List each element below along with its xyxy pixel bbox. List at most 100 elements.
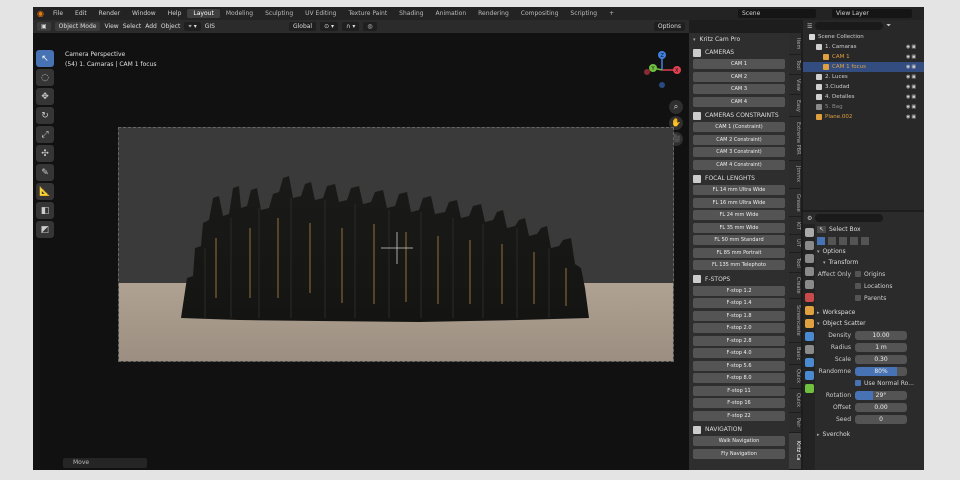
pivot-icon[interactable]: ⊙ ▾ xyxy=(320,22,339,31)
last-operator-panel[interactable]: Move xyxy=(63,458,147,468)
cam-1-constraint-button[interactable]: CAM 1 (Constraint) xyxy=(693,122,785,132)
fstop-1-8-button[interactable]: F-stop 1.8 xyxy=(693,310,785,321)
menu-select[interactable]: Select xyxy=(123,23,142,30)
tab-workspace-scripting[interactable]: Scripting xyxy=(564,9,603,18)
cam-3-constraint-button[interactable]: CAM 3 Constraint) xyxy=(693,147,785,157)
outliner-row[interactable]: 3.Ciudad ◉▣ xyxy=(803,82,924,92)
fl-14-button[interactable]: FL 14 mm Ultra Wide xyxy=(693,185,785,195)
tab-grease[interactable]: Grease xyxy=(789,189,801,217)
particles-icon[interactable] xyxy=(804,345,814,354)
fstop-2-8-button[interactable]: F-stop 2.8 xyxy=(693,335,785,346)
fstop-2-0-button[interactable]: F-stop 2.0 xyxy=(693,323,785,333)
property-field[interactable]: 29° xyxy=(855,390,907,400)
add-workspace-button[interactable]: + xyxy=(603,9,620,18)
menu-gis[interactable]: GIS xyxy=(205,23,215,30)
select-tool-icon[interactable]: ↖ xyxy=(36,50,54,67)
scale-tool-icon[interactable]: ⤢ xyxy=(36,126,54,143)
affect-only-parents[interactable]: Parents xyxy=(817,292,924,304)
rotate-tool-icon[interactable]: ↻ xyxy=(36,107,54,124)
tab-easy[interactable]: Easy xyxy=(789,95,801,117)
magnet-icon[interactable]: ∩ ▾ xyxy=(342,22,360,31)
tab-kit[interactable]: KIT xyxy=(789,217,801,235)
tab-workspace-compositing[interactable]: Compositing xyxy=(515,9,565,18)
tab-workspace-rendering[interactable]: Rendering xyxy=(472,9,515,18)
tab-workspace-animation[interactable]: Animation xyxy=(430,9,473,18)
fstop-11-button[interactable]: F-stop 11 xyxy=(693,385,785,396)
properties-editor-icon[interactable]: ⚙ xyxy=(807,215,812,222)
options-section[interactable]: ▾ Options xyxy=(817,246,924,257)
menu-window[interactable]: Window xyxy=(126,10,162,17)
tab-create[interactable]: Create xyxy=(789,273,801,299)
fstop-22-button[interactable]: F-stop 22 xyxy=(693,410,785,421)
use-normal-rotation-row[interactable]: Use Normal Ro... xyxy=(817,377,924,389)
object-scatter-section[interactable]: ▾ Object Scatter xyxy=(817,318,924,329)
tab-workspace-shading[interactable]: Shading xyxy=(393,9,429,18)
tab-workspace-modeling[interactable]: Modeling xyxy=(220,9,259,18)
tab-workspace-layout[interactable]: Layout xyxy=(187,9,220,18)
visibility-eye-icon[interactable]: ◉▣ xyxy=(906,94,924,100)
tab-uit[interactable]: UiT xyxy=(789,235,801,253)
fly-navigation-button[interactable]: Fly Navigation xyxy=(693,448,785,459)
visibility-eye-icon[interactable]: ◉▣ xyxy=(906,74,924,80)
tab-kritz-cam[interactable]: Kritz Ca xyxy=(789,433,801,470)
fl-35-button[interactable]: FL 35 mm Wide xyxy=(693,222,785,233)
cam-4-button[interactable]: CAM 4 xyxy=(693,96,785,107)
property-field[interactable]: 10.00 xyxy=(855,330,907,340)
object-properties-icon[interactable] xyxy=(804,319,814,328)
property-field[interactable]: 0.30 xyxy=(855,354,907,364)
menu-file[interactable]: File xyxy=(47,10,69,17)
constraints-icon[interactable] xyxy=(804,371,814,380)
fstop-1-4-button[interactable]: F-stop 1.4 xyxy=(693,298,785,308)
visibility-eye-icon[interactable]: ◉▣ xyxy=(906,64,924,70)
data-icon[interactable] xyxy=(804,384,814,393)
scatter-tool-icon[interactable]: ◩ xyxy=(36,221,54,238)
select-mode-buttons[interactable] xyxy=(817,235,924,246)
fl-50-button[interactable]: FL 50 mm Standard xyxy=(693,235,785,245)
fstop-8-0-button[interactable]: F-stop 8.0 xyxy=(693,373,785,383)
zoom-icon[interactable]: ⌕ xyxy=(669,100,683,114)
fstop-16-button[interactable]: F-stop 16 xyxy=(693,398,785,408)
cam-2-constraint-button[interactable]: CAM 2 Constraint) xyxy=(693,134,785,145)
cam-3-button[interactable]: CAM 3 xyxy=(693,84,785,94)
cam-1-button[interactable]: CAM 1 xyxy=(693,59,785,69)
cursor-tool-icon[interactable]: ◌ xyxy=(36,69,54,86)
transform-tool-icon[interactable]: ✣ xyxy=(36,145,54,162)
object-mode-dropdown[interactable]: Object Mode xyxy=(54,22,101,31)
measure-tool-icon[interactable]: 📐 xyxy=(36,183,54,200)
fl-24-button[interactable]: FL 24 mm Wide xyxy=(693,210,785,220)
outliner-row[interactable]: 1. Camaras ◉▣ xyxy=(803,42,924,52)
tab-quick-1[interactable]: Quick xyxy=(789,365,801,389)
menu-view[interactable]: View xyxy=(104,23,118,30)
menu-add[interactable]: Add xyxy=(145,23,157,30)
cam-2-button[interactable]: CAM 2 xyxy=(693,71,785,82)
sverchok-section[interactable]: ▸ Sverchok xyxy=(817,429,924,440)
scene-collection-row[interactable]: Scene Collection xyxy=(803,32,924,42)
tab-pair[interactable]: Pair xyxy=(789,413,801,433)
outliner-row[interactable]: 5. Bag ◉▣ xyxy=(803,102,924,112)
add-cube-tool-icon[interactable]: ◧ xyxy=(36,202,54,219)
property-field[interactable]: 0 xyxy=(855,414,907,424)
fl-85-button[interactable]: FL 85 mm Portrait xyxy=(693,247,785,258)
property-field[interactable]: 80% xyxy=(855,366,907,376)
tab-item[interactable]: Item xyxy=(789,33,801,55)
visibility-eye-icon[interactable]: ◉▣ xyxy=(906,44,924,50)
fstop-1-2-button[interactable]: F-stop 1.2 xyxy=(693,285,785,296)
property-field[interactable]: 1 m xyxy=(855,342,907,352)
outliner-row[interactable]: CAM 1 ◉▣ xyxy=(803,52,924,62)
tab-jtmmx[interactable]: Jtmmx xyxy=(789,161,801,189)
tab-tool[interactable]: Tool xyxy=(789,55,801,75)
tab-basic[interactable]: Basic xyxy=(789,343,801,365)
3d-viewport[interactable]: ▣ Object Mode View Select Add Object ⌖ ▾… xyxy=(33,20,689,470)
tab-view[interactable]: View xyxy=(789,75,801,95)
visibility-eye-icon[interactable]: ◉▣ xyxy=(906,114,924,120)
fstop-5-6-button[interactable]: F-stop 5.6 xyxy=(693,360,785,371)
tab-screencaste[interactable]: Screencaste xyxy=(789,299,801,343)
fl-16-button[interactable]: FL 16 mm Ultra Wide xyxy=(693,197,785,208)
visibility-eye-icon[interactable]: ◉▣ xyxy=(906,84,924,90)
outliner-row[interactable]: Plane.002 ◉▣ xyxy=(803,112,924,122)
world-icon[interactable] xyxy=(804,293,814,302)
move-tool-icon[interactable]: ✥ xyxy=(36,88,54,105)
tab-workspace-uv-editing[interactable]: UV Editing xyxy=(299,9,342,18)
annotate-tool-icon[interactable]: ✎ xyxy=(36,164,54,181)
transform-section[interactable]: ▾ Transform xyxy=(817,257,924,268)
